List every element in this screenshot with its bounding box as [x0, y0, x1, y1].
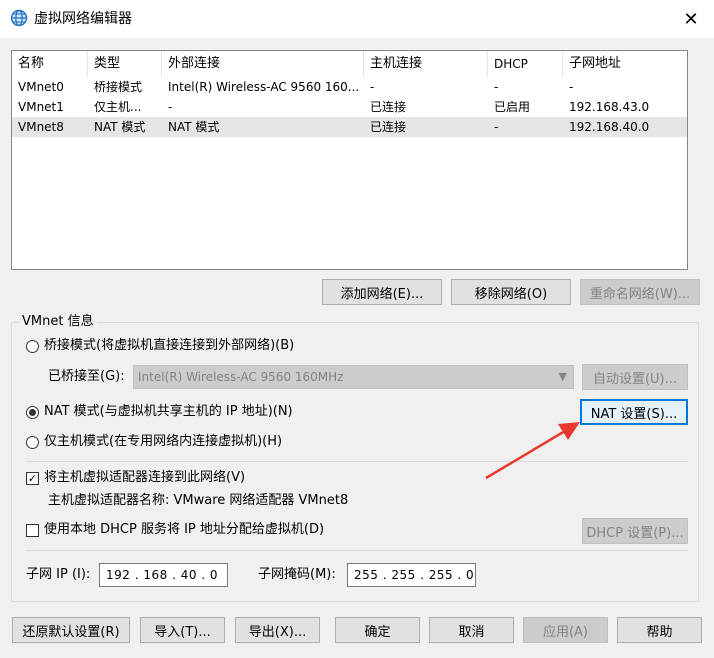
cell-dhcp: - — [494, 80, 499, 94]
add-network-button[interactable]: 添加网络(E)... — [322, 279, 442, 305]
subnet-mask-input[interactable]: 255 . 255 . 255 . 0 — [347, 563, 476, 587]
cell-type: NAT 模式 — [94, 120, 146, 134]
cell-name: VMnet8 — [18, 120, 64, 134]
cell-type: 桥接模式 — [94, 80, 143, 94]
nat-mode-radio[interactable] — [26, 406, 39, 419]
cell-name: VMnet1 — [18, 100, 64, 114]
vmnet-info-label: VMnet 信息 — [19, 313, 97, 331]
bridged-to-select[interactable]: Intel(R) Wireless-AC 9560 160MHz ▼ — [133, 365, 574, 389]
column-header-name[interactable]: 名称 — [12, 51, 88, 77]
chevron-down-icon: ▼ — [558, 370, 567, 383]
cell-dhcp: 已启用 — [494, 100, 531, 114]
cell-subnet: 192.168.40.0 — [569, 120, 650, 134]
table-header: 名称 类型 外部连接 主机连接 DHCP 子网地址 — [12, 51, 687, 77]
auto-settings-button[interactable]: 自动设置(U)... — [582, 364, 688, 390]
nat-mode-label[interactable]: NAT 模式(与虚拟机共享主机的 IP 地址)(N) — [44, 403, 293, 421]
close-icon: ✕ — [683, 8, 699, 30]
connect-adapter-checkbox[interactable]: ✓ — [26, 472, 39, 485]
cell-type: 仅主机... — [94, 100, 142, 114]
connect-adapter-label[interactable]: 将主机虚拟适配器连接到此网络(V) — [44, 469, 245, 487]
subnet-ip-input[interactable]: 192 . 168 . 40 . 0 — [99, 563, 228, 587]
nat-settings-button[interactable]: NAT 设置(S)... — [580, 399, 688, 425]
column-header-external[interactable]: 外部连接 — [162, 51, 364, 77]
help-button[interactable]: 帮助 — [617, 617, 702, 643]
rename-network-button[interactable]: 重命名网络(W)... — [580, 279, 700, 305]
remove-network-button[interactable]: 移除网络(O) — [451, 279, 571, 305]
annotation-arrow-icon — [485, 422, 580, 480]
host-only-label[interactable]: 仅主机模式(在专用网络内连接虚拟机)(H) — [44, 433, 282, 451]
cell-host: - — [370, 80, 375, 94]
cell-dhcp: - — [494, 120, 499, 134]
dhcp-label[interactable]: 使用本地 DHCP 服务将 IP 地址分配给虚拟机(D) — [44, 521, 324, 539]
cell-external: NAT 模式 — [168, 120, 220, 134]
column-header-dhcp[interactable]: DHCP — [488, 51, 563, 77]
column-header-subnet[interactable]: 子网地址 — [563, 51, 687, 77]
restore-defaults-button[interactable]: 还原默认设置(R) — [12, 617, 130, 643]
bridged-mode-label[interactable]: 桥接模式(将虚拟机直接连接到外部网络)(B) — [44, 337, 294, 355]
column-header-host[interactable]: 主机连接 — [364, 51, 488, 77]
window-title: 虚拟网络编辑器 — [34, 11, 132, 27]
bridged-to-label: 已桥接至(G): — [48, 369, 125, 384]
cell-external: Intel(R) Wireless-AC 9560 160... — [168, 80, 360, 94]
divider — [26, 550, 688, 551]
cancel-button[interactable]: 取消 — [429, 617, 514, 643]
export-button[interactable]: 导出(X)... — [235, 617, 320, 643]
subnet-mask-label: 子网掩码(M): — [258, 567, 336, 582]
cell-external: - — [168, 100, 173, 114]
dhcp-settings-button[interactable]: DHCP 设置(P)... — [582, 518, 688, 544]
bridged-mode-radio[interactable] — [26, 340, 39, 353]
cell-host: 已连接 — [370, 100, 407, 114]
cell-host: 已连接 — [370, 120, 407, 134]
bridged-to-value: Intel(R) Wireless-AC 9560 160MHz — [138, 370, 344, 384]
table-row[interactable]: VMnet1 仅主机... - 已连接 已启用 192.168.43.0 — [12, 97, 687, 117]
subnet-ip-label: 子网 IP (I): — [26, 567, 91, 582]
cell-subnet: 192.168.43.0 — [569, 100, 650, 114]
table-row[interactable]: VMnet0 桥接模式 Intel(R) Wireless-AC 9560 16… — [12, 77, 687, 97]
import-button[interactable]: 导入(T)... — [140, 617, 225, 643]
cell-subnet: - — [569, 80, 574, 94]
apply-button[interactable]: 应用(A) — [523, 617, 608, 643]
dhcp-checkbox[interactable] — [26, 524, 39, 537]
network-table[interactable]: 名称 类型 外部连接 主机连接 DHCP 子网地址 VMnet0 桥接模式 In… — [11, 50, 688, 270]
ok-button[interactable]: 确定 — [335, 617, 420, 643]
table-row-selected[interactable]: VMnet8 NAT 模式 NAT 模式 已连接 - 192.168.40.0 — [12, 117, 687, 137]
cell-name: VMnet0 — [18, 80, 64, 94]
close-button[interactable]: ✕ — [668, 0, 714, 38]
host-only-radio[interactable] — [26, 436, 39, 449]
column-header-type[interactable]: 类型 — [88, 51, 162, 77]
network-globe-icon — [10, 9, 28, 27]
adapter-name-label: 主机虚拟适配器名称: VMware 网络适配器 VMnet8 — [48, 493, 349, 508]
